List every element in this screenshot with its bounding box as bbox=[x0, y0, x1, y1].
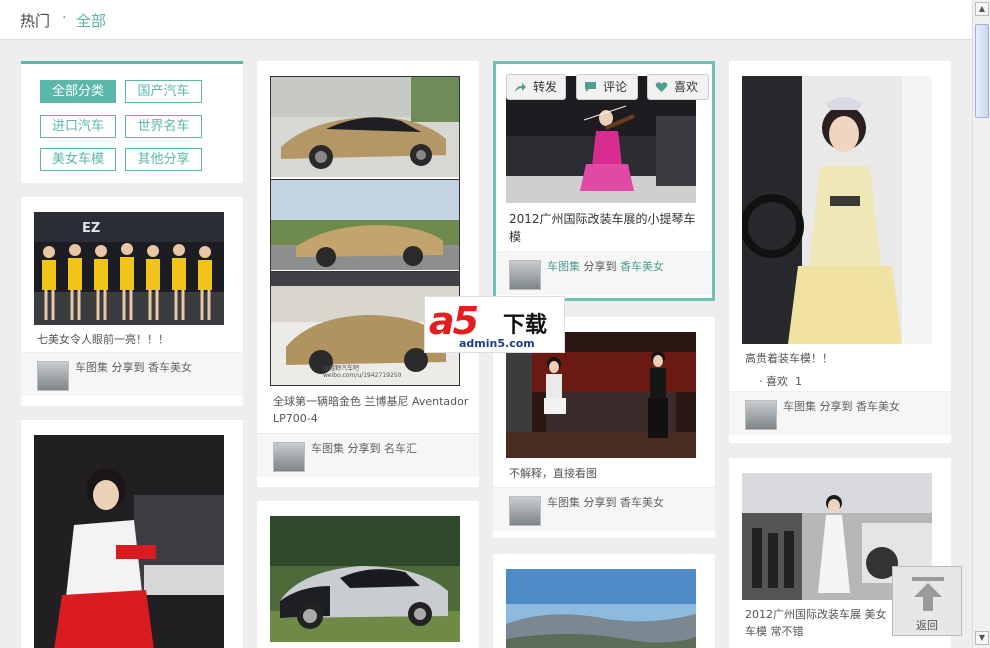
nav-separator: · bbox=[62, 10, 67, 26]
pin-source: 车图集 分享到 香车美女 bbox=[547, 258, 664, 274]
pin-footer: 车图集 分享到 香车美女 bbox=[21, 352, 243, 396]
user-link[interactable]: 车图集 bbox=[75, 361, 108, 374]
forward-icon bbox=[515, 83, 526, 92]
forward-button[interactable]: 转发 bbox=[506, 74, 566, 100]
avatar[interactable] bbox=[37, 361, 69, 391]
user-link[interactable]: 车图集 bbox=[547, 496, 580, 509]
pin-source: 车图集 分享到 香车美女 bbox=[75, 359, 192, 375]
avatar[interactable] bbox=[509, 260, 541, 290]
pin-card-highlighted[interactable]: 转发 评论 喜欢 2012广州国际改装车展的小提琴车模 车图集 分享到 香车美女 bbox=[493, 61, 715, 301]
photo-credit: @越野汽车吧 weibo.com/u/1942719250 bbox=[323, 365, 402, 379]
pin-source: 车图集 分享到 香车美女 bbox=[547, 494, 664, 510]
category-domestic[interactable]: 国产汽车 bbox=[125, 80, 202, 103]
pin-source: 车图集 分享到 香车美女 bbox=[783, 398, 900, 414]
category-panel: 全部分类 国产汽车 进口汽车 世界名车 美女车模 其他分享 bbox=[21, 61, 243, 183]
share-verb: 分享到 bbox=[347, 442, 381, 455]
pin-card[interactable]: @越野汽车吧 weibo.com/u/1942719250 全球第一辆暗金色 兰… bbox=[257, 61, 479, 487]
pin-image[interactable] bbox=[506, 569, 696, 648]
share-verb: 分享到 bbox=[111, 361, 145, 374]
heart-icon bbox=[655, 82, 668, 92]
avatar[interactable] bbox=[273, 442, 305, 472]
board-link[interactable]: 香车美女 bbox=[148, 361, 192, 374]
back-to-top-button[interactable]: 返回 bbox=[892, 566, 962, 636]
like-count-label: 喜欢 bbox=[766, 375, 788, 388]
category-car-models[interactable]: 美女车模 bbox=[40, 148, 116, 171]
pin-image[interactable]: EZ bbox=[34, 212, 224, 325]
pin-caption: 高贵着装车模！！ bbox=[745, 352, 833, 365]
comment-label: 评论 bbox=[603, 80, 628, 94]
pin-caption: 2012广州国际改装车展 美女车模 常不错 bbox=[745, 608, 887, 638]
pin-image[interactable] bbox=[742, 76, 932, 344]
share-verb: 分享到 bbox=[583, 260, 617, 273]
category-world-cars[interactable]: 世界名车 bbox=[125, 115, 202, 138]
tab-hot[interactable]: 热门 bbox=[20, 10, 50, 31]
scroll-up-icon[interactable]: ▲ bbox=[975, 2, 989, 16]
arrow-up-icon bbox=[912, 577, 944, 611]
pin-card[interactable]: EZ 七美女令人眼前一亮！！！ 车图集 分享到 香车美女 bbox=[21, 197, 243, 406]
pin-caption: 不解释，直接看图 bbox=[509, 467, 597, 480]
share-verb: 分享到 bbox=[583, 496, 617, 509]
share-verb: 分享到 bbox=[819, 400, 853, 413]
user-link[interactable]: 车图集 bbox=[547, 260, 580, 273]
forward-label: 转发 bbox=[533, 80, 558, 94]
pin-caption: 2012广州国际改装车展的小提琴车模 bbox=[509, 212, 696, 244]
watermark-site: admin5.com bbox=[459, 337, 535, 350]
like-count-value: 1 bbox=[795, 375, 802, 388]
comment-button[interactable]: 评论 bbox=[576, 74, 638, 100]
pin-card[interactable] bbox=[21, 420, 243, 648]
board-link[interactable]: 香车美女 bbox=[620, 496, 664, 509]
comment-icon bbox=[585, 82, 596, 92]
svg-text:EZ: EZ bbox=[82, 221, 100, 236]
site-watermark: a5 下载 admin5.com bbox=[424, 296, 565, 353]
pin-caption: 七美女令人眼前一亮！！！ bbox=[37, 333, 169, 346]
category-imported[interactable]: 进口汽车 bbox=[40, 115, 116, 138]
like-button[interactable]: 喜欢 bbox=[647, 74, 709, 100]
scroll-thumb[interactable] bbox=[975, 24, 989, 118]
top-nav: 热门 · 全部 bbox=[0, 0, 972, 40]
board-link[interactable]: 香车美女 bbox=[856, 400, 900, 413]
board-link[interactable]: 名车汇 bbox=[384, 442, 417, 455]
category-all[interactable]: 全部分类 bbox=[40, 80, 116, 103]
vertical-scrollbar[interactable]: ▲ ▼ bbox=[972, 0, 990, 648]
watermark-download: 下载 bbox=[503, 313, 548, 338]
pin-image[interactable] bbox=[270, 516, 460, 642]
tab-all[interactable]: 全部 bbox=[76, 10, 106, 31]
like-label: 喜欢 bbox=[674, 80, 699, 94]
avatar[interactable] bbox=[745, 400, 777, 430]
pin-card[interactable]: 高贵着装车模！！ · 喜欢 1 车图集 分享到 香车美女 bbox=[729, 61, 951, 443]
board-link[interactable]: 香车美女 bbox=[620, 260, 664, 273]
pin-card[interactable] bbox=[493, 554, 715, 648]
pin-footer: 车图集 分享到 香车美女 bbox=[729, 391, 951, 435]
user-link[interactable]: 车图集 bbox=[311, 442, 344, 455]
pin-image[interactable] bbox=[34, 435, 224, 648]
pin-footer: 车图集 分享到 名车汇 bbox=[257, 433, 479, 477]
pin-footer: 车图集 分享到 香车美女 bbox=[496, 251, 712, 295]
back-to-top-label: 返回 bbox=[916, 619, 938, 632]
category-other[interactable]: 其他分享 bbox=[125, 148, 202, 171]
scroll-down-icon[interactable]: ▼ bbox=[975, 631, 989, 645]
like-count[interactable]: · 喜欢 1 bbox=[759, 373, 802, 390]
pin-source: 车图集 分享到 名车汇 bbox=[311, 440, 417, 456]
user-link[interactable]: 车图集 bbox=[783, 400, 816, 413]
avatar[interactable] bbox=[509, 496, 541, 526]
pin-card[interactable] bbox=[257, 501, 479, 648]
pin-caption: 全球第一辆暗金色 兰博基尼 Aventador LP700-4 bbox=[273, 395, 469, 425]
pin-footer: 车图集 分享到 香车美女 bbox=[493, 487, 715, 531]
